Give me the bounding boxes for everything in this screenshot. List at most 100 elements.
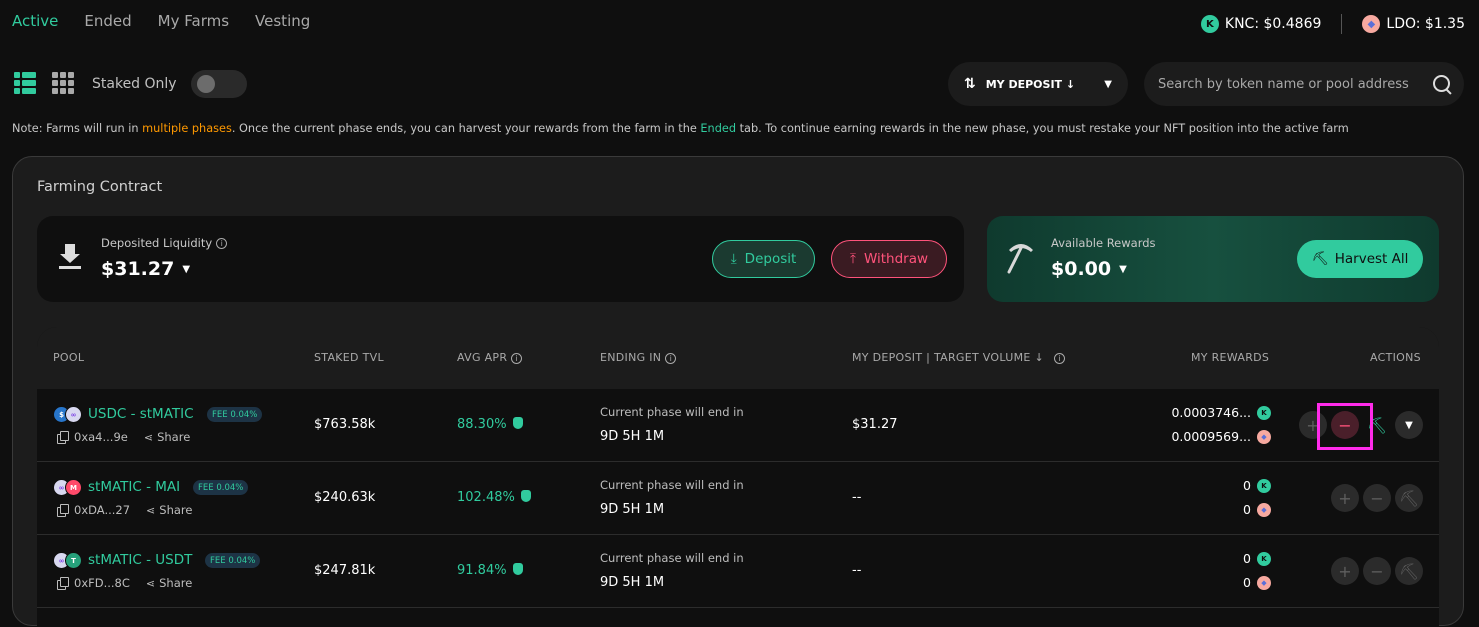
tab-my-farms[interactable]: My Farms bbox=[158, 12, 229, 30]
money-bag-icon[interactable] bbox=[512, 417, 523, 429]
staked-only-toggle[interactable] bbox=[190, 70, 247, 98]
reward-ldo: 0 ◆ bbox=[1243, 575, 1271, 590]
share-button[interactable]: ⋖ Share bbox=[146, 503, 192, 517]
reward-knc-text: 0 bbox=[1243, 478, 1251, 493]
ldo-icon: ◆ bbox=[1257, 502, 1271, 517]
search-input[interactable] bbox=[1158, 76, 1432, 92]
harvest-all-label: Harvest All bbox=[1334, 251, 1409, 267]
highlight-box bbox=[1317, 403, 1373, 450]
header-avg-apr[interactable]: AVG APR i bbox=[457, 351, 523, 364]
grid-view-icon[interactable] bbox=[52, 72, 76, 96]
note-text-1: Note: Farms will run in bbox=[12, 122, 143, 135]
share-label: Share bbox=[159, 576, 193, 590]
ldo-icon: ◆ bbox=[1362, 15, 1381, 33]
pool-name[interactable]: USDC - stMATIC bbox=[88, 406, 194, 422]
ending-label: Current phase will end in bbox=[600, 405, 744, 419]
share-button[interactable]: ⋖ Share bbox=[146, 576, 192, 590]
deposit-button[interactable]: ⤓ Deposit bbox=[712, 240, 815, 278]
header-staked-tvl[interactable]: STAKED TVL bbox=[314, 351, 384, 364]
list-view-icon[interactable] bbox=[14, 72, 38, 96]
header-my-rewards: MY REWARDS bbox=[1191, 351, 1270, 364]
reward-knc-text: 0 bbox=[1243, 551, 1251, 566]
available-rewards-card: Available Rewards $0.00 ▼ ⛏ Harvest All bbox=[987, 216, 1439, 302]
note-text-3: tab. To continue earning rewards in the … bbox=[736, 122, 1349, 135]
knc-icon: K bbox=[1200, 15, 1219, 33]
stmatic-icon: ∞ bbox=[65, 406, 82, 423]
farming-contract-panel: Farming Contract Deposited Liquidity i $3… bbox=[12, 156, 1464, 627]
tab-vesting[interactable]: Vesting bbox=[255, 12, 310, 30]
table-row: ∞ T stMATIC - USDT FEE 0.04% 0xFD...8C ⋖… bbox=[37, 535, 1439, 608]
share-label: Share bbox=[157, 430, 191, 444]
note-text-2: . Once the current phase ends, you can h… bbox=[231, 122, 701, 135]
pool-address: 0xDA...27 ⋖ Share bbox=[57, 503, 192, 517]
staked-tvl: $247.81k bbox=[314, 563, 376, 578]
stake-plus-button[interactable]: + bbox=[1331, 557, 1359, 585]
header-deposit-text: MY DEPOSIT | TARGET VOLUME ↓ bbox=[852, 351, 1044, 364]
header-my-deposit[interactable]: MY DEPOSIT | TARGET VOLUME ↓ i bbox=[852, 351, 1065, 364]
info-icon[interactable]: i bbox=[665, 352, 677, 364]
apr-text: 88.30% bbox=[457, 417, 507, 432]
deposited-liquidity-value[interactable]: $31.27 ▼ bbox=[101, 258, 190, 280]
pool-address: 0xFD...8C ⋖ Share bbox=[57, 576, 192, 590]
pool-token-icons: ∞ T bbox=[53, 552, 83, 570]
ended-tab-link[interactable]: Ended bbox=[700, 122, 736, 135]
unstake-minus-button[interactable]: − bbox=[1363, 484, 1391, 512]
multiple-phases-link[interactable]: multiple phases bbox=[142, 122, 232, 135]
pool-name[interactable]: stMATIC - MAI bbox=[88, 479, 180, 495]
search-icon[interactable] bbox=[1432, 74, 1452, 94]
info-icon[interactable]: i bbox=[216, 238, 228, 249]
knc-price-text: KNC: $0.4869 bbox=[1224, 16, 1322, 32]
harvest-pickaxe-button[interactable]: ⛏ bbox=[1395, 484, 1423, 512]
address-text: 0xDA...27 bbox=[74, 503, 131, 517]
sort-arrows-icon: ⇅ bbox=[964, 76, 976, 92]
copy-icon[interactable] bbox=[57, 577, 69, 590]
ending-label: Current phase will end in bbox=[600, 551, 744, 565]
copy-icon[interactable] bbox=[57, 504, 69, 517]
deposit-button-label: Deposit bbox=[744, 251, 797, 267]
token-prices: K KNC: $0.4869 ◆ LDO: $1.35 bbox=[1200, 14, 1465, 34]
withdraw-button[interactable]: ⤒ Withdraw bbox=[831, 240, 947, 278]
ldo-icon: ◆ bbox=[1257, 575, 1271, 590]
copy-icon[interactable] bbox=[57, 431, 69, 444]
deposited-liquidity-label: Deposited Liquidity i bbox=[101, 236, 228, 250]
price-divider bbox=[1341, 14, 1343, 34]
available-rewards-value[interactable]: $0.00 ▼ bbox=[1051, 258, 1127, 280]
reward-knc-text: 0.0003746... bbox=[1171, 405, 1251, 420]
download-icon bbox=[59, 244, 81, 270]
header-pool: POOL bbox=[53, 351, 85, 364]
stake-plus-button[interactable]: + bbox=[1331, 484, 1359, 512]
sort-label: MY DEPOSIT ↓ bbox=[985, 77, 1076, 91]
tab-active[interactable]: Active bbox=[12, 12, 58, 30]
pool-name[interactable]: stMATIC - USDT bbox=[88, 552, 192, 568]
reward-ldo: 0.0009569... ◆ bbox=[1171, 429, 1271, 444]
table-header: POOL STAKED TVL AVG APR i ENDING IN i MY D… bbox=[37, 327, 1439, 389]
fee-badge: FEE 0.04% bbox=[193, 480, 249, 495]
caret-down-icon: ▼ bbox=[182, 264, 191, 275]
header-ending-in[interactable]: ENDING IN i bbox=[600, 351, 677, 364]
panel-title: Farming Contract bbox=[37, 179, 163, 195]
expand-chevron-button[interactable]: ▼ bbox=[1395, 411, 1423, 439]
tab-ended[interactable]: Ended bbox=[84, 12, 131, 30]
pickaxe-icon bbox=[1007, 244, 1033, 274]
harvest-pickaxe-button[interactable]: ⛏ bbox=[1395, 557, 1423, 585]
sort-select[interactable]: ⇅ MY DEPOSIT ↓ ▼ bbox=[948, 62, 1128, 106]
address-text: 0xFD...8C bbox=[74, 576, 130, 590]
money-bag-icon[interactable] bbox=[512, 563, 523, 575]
deposited-liquidity-card: Deposited Liquidity i $31.27 ▼ ⤓ Deposit ⤒… bbox=[37, 216, 964, 302]
info-icon[interactable]: i bbox=[1053, 352, 1065, 364]
harvest-all-button[interactable]: ⛏ Harvest All bbox=[1297, 240, 1423, 278]
money-bag-icon[interactable] bbox=[520, 490, 531, 502]
address-text: 0xa4...9e bbox=[74, 430, 128, 444]
share-icon: ⋖ bbox=[143, 430, 154, 444]
deposited-value-text: $31.27 bbox=[101, 258, 175, 280]
my-deposit: -- bbox=[852, 490, 862, 505]
header-ending-text: ENDING IN bbox=[600, 351, 662, 364]
share-button[interactable]: ⋖ Share bbox=[144, 430, 190, 444]
unstake-minus-button[interactable]: − bbox=[1363, 557, 1391, 585]
harvest-icon: ⛏ bbox=[1311, 251, 1329, 267]
my-deposit: -- bbox=[852, 563, 862, 578]
knc-price: K KNC: $0.4869 bbox=[1200, 15, 1322, 33]
avg-apr: 91.84% bbox=[457, 563, 523, 578]
pool-token-icons: ∞ M bbox=[53, 479, 83, 497]
info-icon[interactable]: i bbox=[511, 352, 523, 364]
